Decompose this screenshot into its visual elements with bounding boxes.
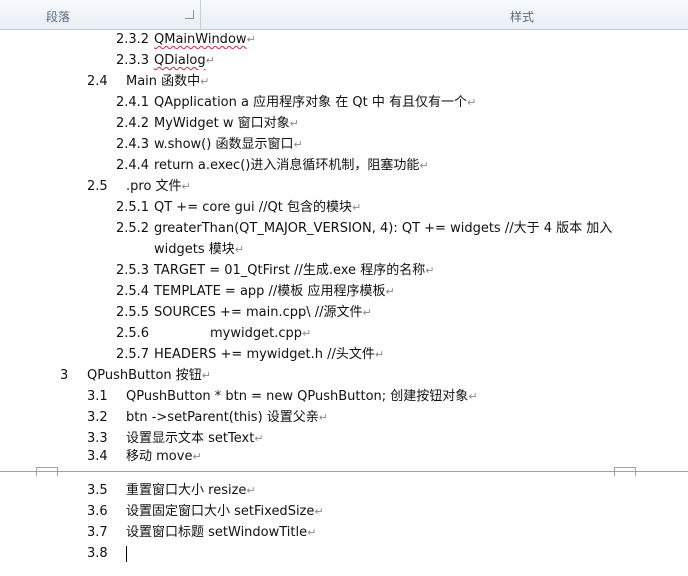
heading-number: 3.8 <box>87 546 108 561</box>
heading-number: 2.5.1 <box>116 200 150 215</box>
heading-number: 3.3 <box>87 431 108 446</box>
heading-number: 3.1 <box>87 389 108 404</box>
heading-number: 3 <box>60 368 69 383</box>
heading-number: 2.5 <box>87 179 108 194</box>
doc-line[interactable]: QDialog↵ <box>154 52 215 70</box>
paragraph-group-label: 段落 <box>46 10 71 24</box>
document-page-1[interactable]: 2.3.2 QMainWindow↵ 2.3.3 QDialog↵ 2.4 Ma… <box>0 30 688 464</box>
heading-number: 2.5.2 <box>116 221 150 236</box>
heading-number: 2.5.7 <box>116 347 150 362</box>
text-cursor <box>126 546 127 562</box>
doc-line[interactable]: QT += core gui //Qt 包含的模块↵ <box>154 199 361 217</box>
doc-line[interactable]: HEADERS += mywidget.h //头文件↵ <box>154 346 384 364</box>
ribbon-separator <box>200 0 201 30</box>
heading-number: 2.5.5 <box>116 305 150 320</box>
doc-line[interactable]: 设置窗口标题 setWindowTitle↵ <box>126 524 316 542</box>
page-divider <box>0 471 688 472</box>
doc-line[interactable]: TEMPLATE = app //模板 应用程序模板↵ <box>154 283 395 301</box>
heading-number: 2.3.2 <box>116 32 150 47</box>
paragraph-dialog-launcher-icon[interactable] <box>185 10 194 19</box>
doc-line[interactable]: btn ->setParent(this) 设置父亲↵ <box>126 409 328 427</box>
heading-number: 2.4 <box>87 74 108 89</box>
doc-line[interactable]: w.show() 函数显示窗口↵ <box>154 136 303 154</box>
heading-number: 2.4.4 <box>116 158 150 173</box>
heading-number: 2.3.3 <box>116 53 150 68</box>
doc-line[interactable]: QPushButton * btn = new QPushButton; 创建按… <box>126 388 478 406</box>
doc-line[interactable]: MyWidget w 窗口对象↵ <box>154 115 299 133</box>
doc-line[interactable]: Main 函数中↵ <box>126 73 209 91</box>
page-corner-mark-right <box>614 467 636 476</box>
doc-line-continued[interactable]: widgets 模块↵ <box>154 241 244 259</box>
doc-line[interactable]: 设置显示文本 setText↵ <box>126 430 264 448</box>
doc-line[interactable]: QApplication a 应用程序对象 在 Qt 中 有且仅有一个↵ <box>154 94 476 112</box>
heading-number: 2.4.3 <box>116 137 150 152</box>
heading-number: 2.5.4 <box>116 284 150 299</box>
doc-line[interactable]: mywidget.cpp↵ <box>210 325 311 343</box>
doc-line[interactable]: 重置窗口大小 resize↵ <box>126 482 256 500</box>
doc-line[interactable]: greaterThan(QT_MAJOR_VERSION, 4): QT += … <box>154 220 612 238</box>
doc-line[interactable]: TARGET = 01_QtFirst //生成.exe 程序的名称↵ <box>154 262 434 280</box>
heading-number: 2.4.2 <box>116 116 150 131</box>
page-break <box>0 464 688 480</box>
heading-number: 3.7 <box>87 525 108 540</box>
doc-line[interactable]: .pro 文件↵ <box>126 178 191 196</box>
heading-number: 3.6 <box>87 504 108 519</box>
doc-line[interactable]: SOURCES += main.cpp\ //源文件↵ <box>154 304 372 322</box>
heading-number: 3.5 <box>87 483 108 498</box>
ribbon-bar: 段落 样式 <box>0 0 688 30</box>
document-page-2[interactable]: 3.5 重置窗口大小 resize↵ 3.6 设置固定窗口大小 setFixed… <box>0 480 688 576</box>
doc-line[interactable]: 设置固定窗口大小 setFixedSize↵ <box>126 503 324 521</box>
doc-line[interactable]: return a.exec()进入消息循环机制，阻塞功能↵ <box>154 157 429 175</box>
styles-group-label: 样式 <box>510 10 535 24</box>
heading-number: 2.5.3 <box>116 263 150 278</box>
doc-line[interactable]: QMainWindow↵ <box>154 31 256 49</box>
heading-number: 2.4.1 <box>116 95 150 110</box>
heading-number: 3.2 <box>87 410 108 425</box>
page-corner-mark-left <box>36 467 58 476</box>
heading-number: 2.5.6 <box>116 326 150 341</box>
doc-line[interactable]: QPushButton 按钮↵ <box>87 367 211 385</box>
